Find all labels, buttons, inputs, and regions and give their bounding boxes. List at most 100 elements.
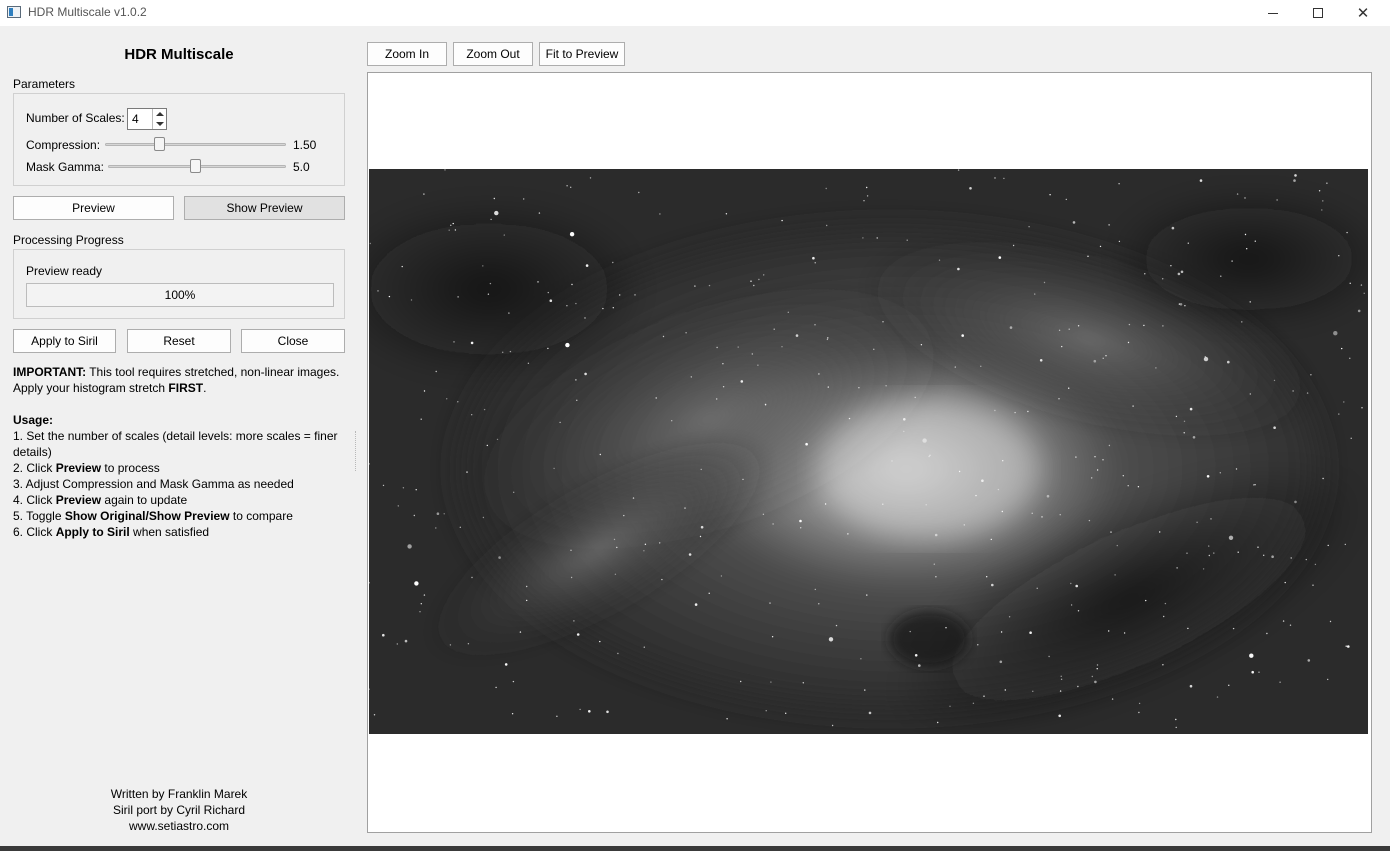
star xyxy=(928,455,930,458)
star xyxy=(1122,475,1124,477)
scales-spinbox[interactable]: 4 xyxy=(127,108,167,130)
star xyxy=(579,708,581,711)
star xyxy=(1271,555,1274,558)
star xyxy=(397,505,399,507)
star xyxy=(1326,182,1328,184)
star xyxy=(828,637,834,642)
apply-note: Apply your histogram stretch FIRST. xyxy=(13,380,345,396)
spin-down-icon[interactable] xyxy=(156,122,164,126)
star xyxy=(495,686,497,689)
zoom-out-button[interactable]: Zoom Out xyxy=(453,42,533,66)
progress-text: 100% xyxy=(164,288,196,302)
step4-a: 4. Click xyxy=(13,493,56,507)
star xyxy=(1102,357,1104,359)
star xyxy=(1070,604,1073,606)
mask-gamma-slider[interactable] xyxy=(108,159,286,173)
star xyxy=(420,418,422,420)
star xyxy=(929,454,931,456)
star xyxy=(1118,240,1121,243)
star xyxy=(1060,675,1062,677)
star xyxy=(487,293,490,295)
zoom-in-button[interactable]: Zoom In xyxy=(367,42,447,66)
star xyxy=(750,280,752,282)
panel-title: HDR Multiscale xyxy=(124,46,234,63)
taskbar-edge xyxy=(0,846,1390,851)
spin-arrows[interactable] xyxy=(152,109,166,129)
star xyxy=(1031,512,1033,514)
star xyxy=(1094,456,1096,458)
star xyxy=(740,680,742,683)
app-icon xyxy=(7,6,21,18)
star xyxy=(453,341,455,343)
maximize-button[interactable] xyxy=(1295,0,1341,26)
star xyxy=(570,549,572,551)
star xyxy=(876,237,878,239)
star xyxy=(1075,584,1078,588)
compression-value: 1.50 xyxy=(293,138,317,152)
compression-slider[interactable] xyxy=(105,137,286,151)
star xyxy=(716,346,718,349)
star xyxy=(1179,303,1183,306)
preview-button[interactable]: Preview xyxy=(13,196,174,220)
star xyxy=(1273,379,1276,382)
mask-gamma-slider-handle[interactable] xyxy=(190,159,202,173)
star xyxy=(925,504,927,506)
star xyxy=(450,224,452,226)
show-preview-button[interactable]: Show Preview xyxy=(184,196,345,220)
star xyxy=(1341,347,1343,350)
star xyxy=(512,680,515,683)
close-button[interactable]: Close xyxy=(241,329,345,353)
star xyxy=(483,408,486,411)
preview-viewer[interactable] xyxy=(367,72,1372,833)
credits-author: Written by Franklin Marek xyxy=(110,787,248,801)
star xyxy=(1246,248,1248,250)
preview-image[interactable] xyxy=(369,169,1368,734)
compression-slider-handle[interactable] xyxy=(154,137,166,151)
fit-to-preview-button[interactable]: Fit to Preview xyxy=(539,42,625,66)
star xyxy=(818,373,820,375)
star xyxy=(1183,420,1186,422)
star xyxy=(961,334,964,337)
star xyxy=(1162,664,1164,666)
star xyxy=(1219,472,1221,474)
star xyxy=(986,576,988,578)
star xyxy=(684,507,686,509)
reset-button[interactable]: Reset xyxy=(127,329,231,353)
star xyxy=(1009,326,1013,329)
spin-up-icon[interactable] xyxy=(156,112,164,116)
star xyxy=(994,177,996,179)
close-window-button[interactable]: ✕ xyxy=(1340,0,1386,26)
star xyxy=(781,346,783,348)
star xyxy=(1189,684,1193,688)
star xyxy=(1318,190,1321,192)
usage-title: Usage: xyxy=(13,412,345,428)
star xyxy=(419,611,421,613)
star xyxy=(513,491,515,493)
star xyxy=(623,514,625,517)
star xyxy=(1322,200,1324,202)
star xyxy=(814,588,816,591)
star xyxy=(466,471,468,473)
star xyxy=(722,363,724,365)
star xyxy=(903,430,905,433)
star xyxy=(632,497,635,499)
star xyxy=(452,222,454,225)
important-text: This tool requires stretched, non-linear… xyxy=(86,365,340,379)
star xyxy=(643,550,645,552)
slider-track xyxy=(105,143,286,146)
star xyxy=(999,660,1003,664)
star xyxy=(519,631,522,633)
star xyxy=(903,418,906,421)
apply-to-siril-button[interactable]: Apply to Siril xyxy=(13,329,116,353)
star xyxy=(726,718,728,720)
star xyxy=(1111,698,1114,700)
star xyxy=(751,353,753,355)
minimize-button[interactable] xyxy=(1250,0,1296,26)
star xyxy=(404,639,408,643)
star xyxy=(818,603,820,605)
star xyxy=(1305,558,1307,561)
parameters-group: Number of Scales: 4 Compression: 1.50 Ma… xyxy=(13,93,345,186)
star xyxy=(571,283,573,286)
splitter-handle[interactable] xyxy=(355,431,357,471)
star xyxy=(496,438,499,441)
